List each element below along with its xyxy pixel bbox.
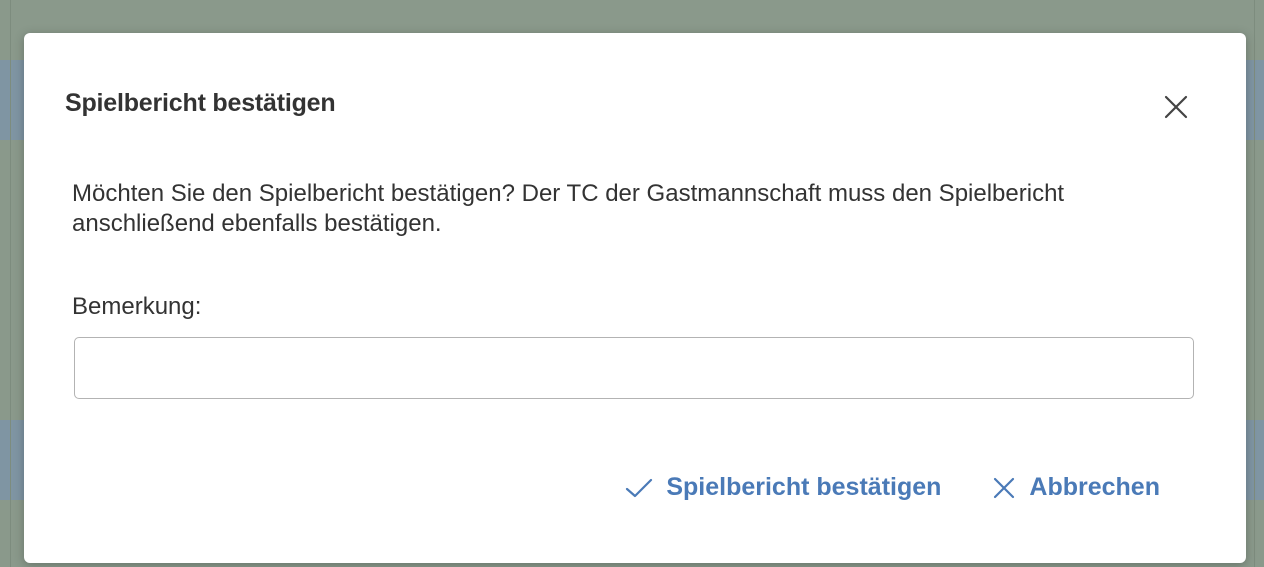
backdrop-divider bbox=[10, 0, 11, 567]
remark-label: Bemerkung: bbox=[72, 293, 202, 320]
cancel-button-label: Abbrechen bbox=[1029, 473, 1160, 501]
cancel-button[interactable]: Abbrechen bbox=[991, 473, 1160, 502]
close-icon bbox=[1162, 93, 1190, 121]
close-button[interactable] bbox=[1162, 93, 1190, 121]
confirm-button-label: Spielbericht bestätigen bbox=[666, 473, 942, 501]
remark-input[interactable] bbox=[74, 337, 1194, 399]
backdrop-divider bbox=[1254, 0, 1255, 567]
dialog-title: Spielbericht bestätigen bbox=[65, 89, 336, 117]
check-icon bbox=[624, 476, 654, 500]
confirm-report-button[interactable]: Spielbericht bestätigen bbox=[624, 473, 941, 502]
confirm-report-dialog: Spielbericht bestätigen Möchten Sie den … bbox=[24, 33, 1246, 563]
dialog-actions: Spielbericht bestätigen Abbrechen bbox=[624, 473, 1160, 502]
dialog-message: Möchten Sie den Spielbericht bestätigen?… bbox=[72, 180, 1065, 237]
close-icon bbox=[991, 475, 1017, 501]
